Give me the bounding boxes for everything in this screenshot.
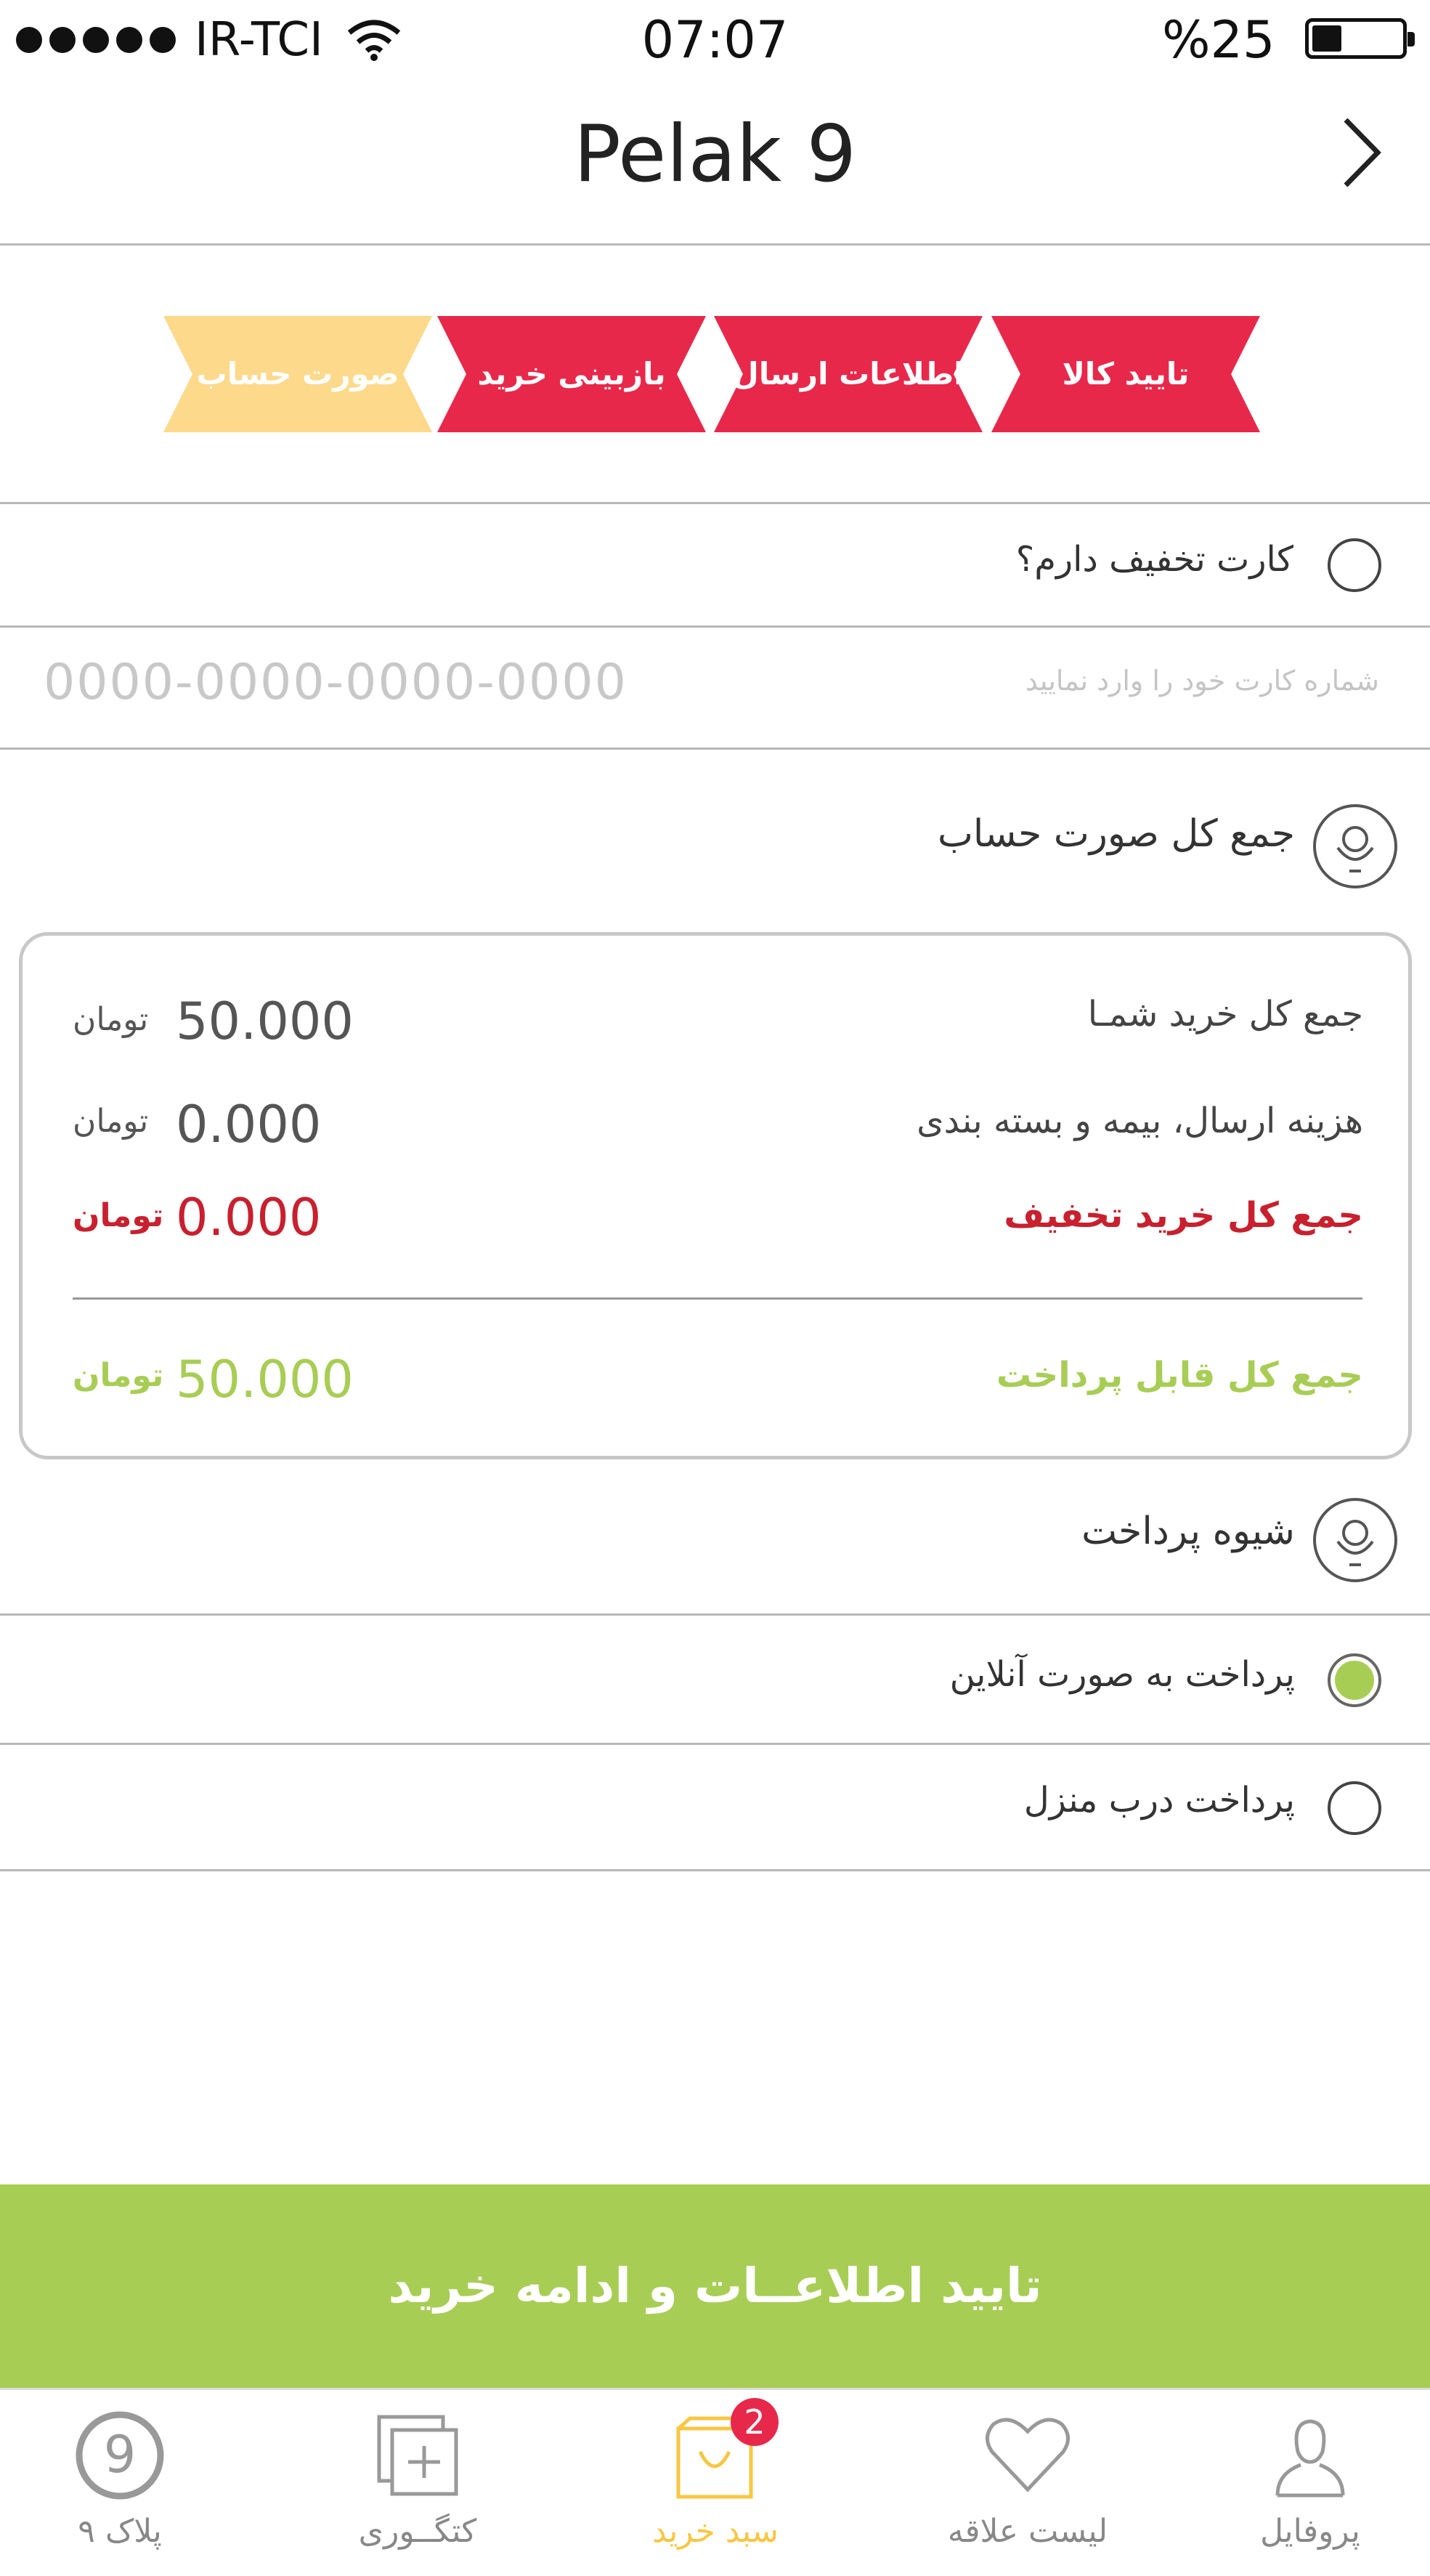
summary-label-total: جمع کل قابل پرداخت: [996, 1355, 1363, 1396]
step-review[interactable]: بازبینی خرید: [437, 316, 706, 432]
card-number-input[interactable]: 0000-0000-0000-0000: [44, 654, 627, 711]
payment-method-icon: [1313, 1498, 1397, 1582]
tab-category[interactable]: کتگــوری: [298, 2388, 516, 2574]
chevron-right-icon[interactable]: [1333, 113, 1391, 193]
payment-cod-radio[interactable]: [1328, 1781, 1381, 1835]
tab-label: پلاک ۹: [78, 2513, 162, 2550]
payment-online-radio[interactable]: [1328, 1653, 1381, 1707]
payment-cod-label[interactable]: پرداخت درب منزل: [1024, 1780, 1295, 1820]
confirm-continue-button[interactable]: تایید اطلاعــات و ادامه خرید: [0, 2184, 1430, 2388]
summary-divider: [73, 1297, 1362, 1300]
cart-badge: 2: [731, 2398, 779, 2446]
summary-amount-discount: 0.000: [176, 1188, 322, 1247]
summary-amount-shipping: 0.000: [176, 1095, 322, 1154]
page-title: Pelak 9: [573, 109, 857, 200]
status-bar: IR-TCI 07:07 %25: [0, 0, 1430, 80]
summary-label-subtotal: جمع کل خرید شمـا: [1087, 994, 1363, 1034]
divider: [0, 748, 1430, 750]
divider: [0, 1613, 1430, 1616]
tab-wishlist[interactable]: لیست علاقه: [908, 2388, 1126, 2574]
currency-label: تومان: [73, 1001, 149, 1038]
currency-label: تومان: [73, 1197, 164, 1234]
pelak-logo-icon: 9: [76, 2411, 164, 2500]
summary-label-discount: جمع کل خرید تخفیف: [1004, 1195, 1363, 1236]
step-label: بازبینی خرید: [477, 356, 666, 392]
summary-label-shipping: هزینه ارسال، بیمه و بسته بندی: [917, 1101, 1363, 1141]
divider: [0, 502, 1430, 504]
category-icon: [377, 2415, 458, 2496]
step-confirm-items[interactable]: تایید کالا: [991, 316, 1260, 432]
divider: [0, 1743, 1430, 1745]
tab-label: لیست علاقه: [947, 2513, 1108, 2550]
currency-label: تومان: [73, 1357, 164, 1394]
payment-online-label[interactable]: پرداخت به صورت آنلاین: [950, 1654, 1295, 1695]
summary-amount-total: 50.000: [176, 1350, 354, 1409]
step-label: تایید کالا: [1062, 356, 1190, 392]
heart-icon: [986, 2418, 1070, 2492]
tab-label: پروفایل: [1260, 2513, 1360, 2550]
divider: [0, 1869, 1430, 1871]
battery-percent: %25: [1162, 10, 1275, 70]
currency-label: تومان: [73, 1103, 149, 1140]
tab-label: سبد خرید: [651, 2513, 779, 2550]
payment-title: شیوه پرداخت: [1081, 1510, 1295, 1553]
step-label: اطلاعات ارسال: [732, 356, 964, 392]
step-label: صورت حساب: [196, 356, 399, 392]
invoice-icon: [1313, 804, 1397, 888]
tab-pelak[interactable]: 9 پلاک ۹: [0, 2388, 218, 2574]
divider: [0, 625, 1430, 628]
tab-profile[interactable]: پروفایل: [1190, 2388, 1408, 2574]
summary-title: جمع کل صورت حساب: [937, 812, 1295, 856]
card-number-hint: شماره کارت خود را وارد نمایید: [1025, 665, 1379, 697]
divider: [0, 243, 1430, 246]
tab-label: کتگــوری: [358, 2513, 477, 2550]
summary-amount-subtotal: 50.000: [176, 992, 354, 1051]
discount-question: کارت تخفیف دارم؟: [1015, 539, 1293, 580]
tab-cart[interactable]: 2 سبد خرید: [596, 2388, 813, 2574]
pelak-logo-digit: 9: [104, 2425, 137, 2484]
battery-icon: [1305, 18, 1415, 59]
profile-icon: [1275, 2419, 1345, 2498]
discount-radio[interactable]: [1328, 538, 1381, 592]
step-shipping-info[interactable]: اطلاعات ارسال: [714, 316, 983, 432]
step-invoice[interactable]: صورت حساب: [163, 316, 432, 432]
